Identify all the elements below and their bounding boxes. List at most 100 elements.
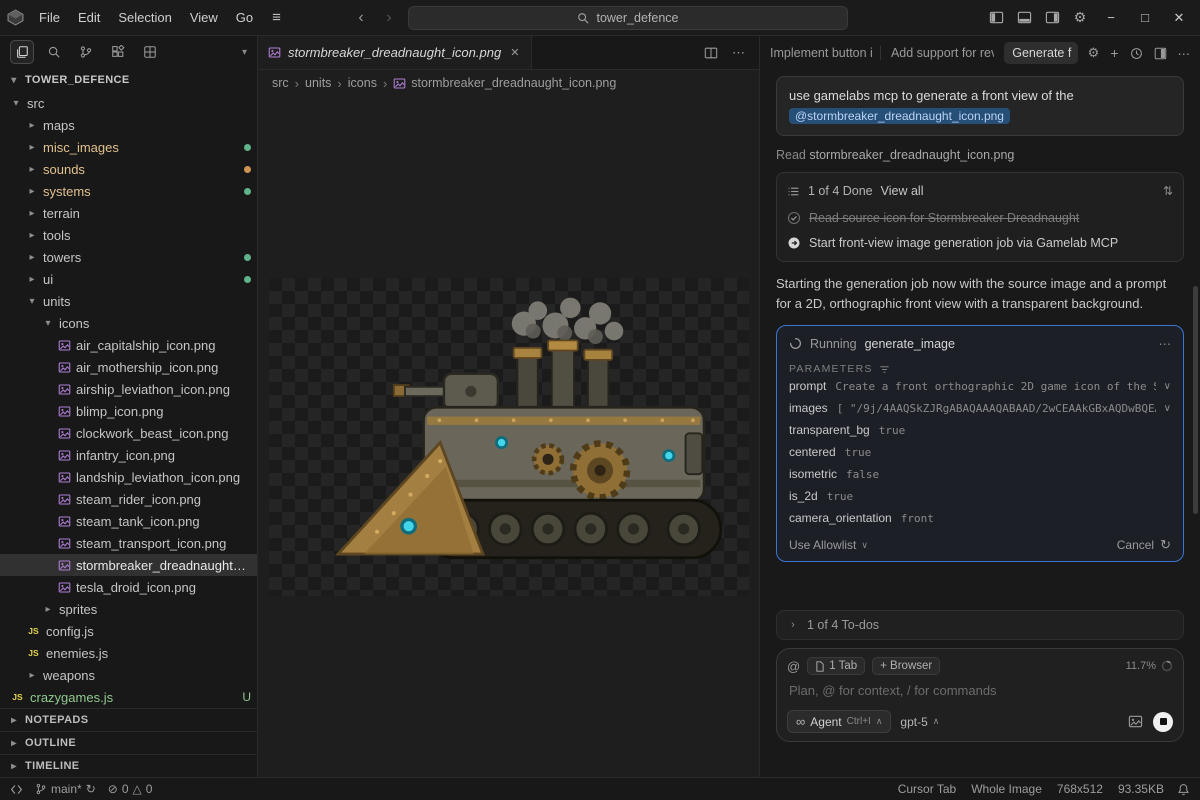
- todo-view-all[interactable]: View all: [881, 184, 924, 198]
- back-icon[interactable]: ‹: [352, 9, 370, 27]
- tree-item-config-js[interactable]: JSconfig.js: [0, 620, 257, 642]
- close-tab-icon[interactable]: ✕: [508, 44, 521, 61]
- chevron-down-icon[interactable]: ∨: [1156, 403, 1171, 414]
- tree-item-landship-leviathon-icon-png[interactable]: landship_leviathon_icon.png: [0, 466, 257, 488]
- tree-item-sounds[interactable]: ▸sounds: [0, 158, 257, 180]
- cancel-button[interactable]: Cancel ↻: [1117, 537, 1171, 553]
- extensions-icon[interactable]: [106, 40, 130, 64]
- toggle-sidebar-icon[interactable]: [982, 4, 1010, 32]
- chat-tab-generate-f[interactable]: Generate f: [1004, 42, 1077, 64]
- tree-item-air-mothership-icon-png[interactable]: air_mothership_icon.png: [0, 356, 257, 378]
- settings-gear-icon[interactable]: ⚙: [1066, 4, 1094, 32]
- search-icon[interactable]: [42, 40, 66, 64]
- remote-explorer-icon[interactable]: [138, 40, 162, 64]
- project-header[interactable]: ▾ TOWER_DEFENCE: [0, 68, 257, 92]
- close-button[interactable]: ✕: [1162, 0, 1196, 36]
- breadcrumb-item-stormbreaker-dreadnaught-icon-png[interactable]: stormbreaker_dreadnaught_icon.png: [393, 76, 616, 90]
- param-prompt[interactable]: promptCreate a front orthographic 2D gam…: [789, 375, 1171, 397]
- todo-header[interactable]: 1 of 4 Done View all ⇅: [777, 177, 1183, 205]
- git-branch-indicator[interactable]: main* ↻: [35, 782, 96, 796]
- menu-edit[interactable]: Edit: [69, 0, 109, 35]
- chat-scrollbar[interactable]: [1193, 286, 1198, 514]
- status-whole-image[interactable]: Whole Image: [971, 782, 1042, 796]
- problems-indicator[interactable]: ⊘ 0 △ 0: [108, 782, 153, 796]
- status-93-35kb[interactable]: 93.35KB: [1118, 782, 1164, 796]
- tree-item-steam-transport-icon-png[interactable]: steam_transport_icon.png: [0, 532, 257, 554]
- more-actions-icon[interactable]: ⋯: [732, 45, 745, 61]
- tree-item-systems[interactable]: ▸systems: [0, 180, 257, 202]
- chat-input-box[interactable]: @ 1 Tab + Browser 11.7% Plan, @ for cont…: [776, 648, 1184, 742]
- editor-tab[interactable]: stormbreaker_dreadnaught_icon.png ✕: [258, 36, 532, 69]
- tree-item-blimp-icon-png[interactable]: blimp_icon.png: [0, 400, 257, 422]
- tree-item-stormbreaker-dreadnaught-i[interactable]: stormbreaker_dreadnaught_i...: [0, 554, 257, 576]
- stop-generating-button[interactable]: [1153, 712, 1173, 732]
- new-chat-icon[interactable]: +: [1110, 45, 1118, 61]
- tree-item-tools[interactable]: ▸tools: [0, 224, 257, 246]
- chat-more-icon[interactable]: ⋯: [1178, 46, 1191, 61]
- chevron-down-icon[interactable]: ▾: [242, 47, 247, 58]
- menu-go[interactable]: Go: [227, 0, 262, 35]
- agent-mode-selector[interactable]: ∞ Agent Ctrl+I ∧: [787, 710, 891, 733]
- tree-item-enemies-js[interactable]: JSenemies.js: [0, 642, 257, 664]
- tree-item-clockwork-beast-icon-png[interactable]: clockwork_beast_icon.png: [0, 422, 257, 444]
- file-mention-pill[interactable]: @stormbreaker_dreadnaught_icon.png: [789, 108, 1010, 124]
- use-allowlist-button[interactable]: Use Allowlist ∨: [789, 538, 868, 552]
- todos-collapsed-bar[interactable]: › 1 of 4 To-dos: [776, 610, 1184, 640]
- tree-item-steam-rider-icon-png[interactable]: steam_rider_icon.png: [0, 488, 257, 510]
- open-in-editor-icon[interactable]: [1154, 47, 1167, 60]
- breadcrumb-item-icons[interactable]: icons: [348, 76, 377, 90]
- customize-layout-icon[interactable]: [1038, 4, 1066, 32]
- tree-item-crazygames-js[interactable]: JScrazygames.jsU: [0, 686, 257, 708]
- tree-item-steam-tank-icon-png[interactable]: steam_tank_icon.png: [0, 510, 257, 532]
- breadcrumb-item-src[interactable]: src: [272, 76, 289, 90]
- maximize-button[interactable]: □: [1128, 0, 1162, 36]
- attach-image-icon[interactable]: [1128, 714, 1143, 729]
- breadcrumb-item-units[interactable]: units: [305, 76, 331, 90]
- status-768x512[interactable]: 768x512: [1057, 782, 1103, 796]
- panel-notepads[interactable]: ▸NOTEPADS: [0, 708, 257, 731]
- chevron-down-icon[interactable]: ∨: [1156, 381, 1171, 392]
- browser-pill[interactable]: + Browser: [872, 657, 940, 675]
- chat-tab-add-support-for-rev[interactable]: Add support for rev: [891, 46, 994, 60]
- panel-outline[interactable]: ▸OUTLINE: [0, 731, 257, 754]
- forward-icon[interactable]: ›: [380, 9, 398, 27]
- tree-item-weapons[interactable]: ▸weapons: [0, 664, 257, 686]
- hamburger-menu-icon[interactable]: ≡: [262, 9, 291, 26]
- tree-item-towers[interactable]: ▸towers: [0, 246, 257, 268]
- tree-item-ui[interactable]: ▸ui: [0, 268, 257, 290]
- tool-more-icon[interactable]: ⋯: [1159, 336, 1172, 351]
- chat-history-icon[interactable]: [1130, 47, 1143, 60]
- tree-item-air-capitalship-icon-png[interactable]: air_capitalship_icon.png: [0, 334, 257, 356]
- chat-input[interactable]: Plan, @ for context, / for commands: [787, 680, 1173, 705]
- panel-timeline[interactable]: ▸TIMELINE: [0, 754, 257, 777]
- split-editor-icon[interactable]: [704, 46, 718, 60]
- tree-item-airship-leviathon-icon-png[interactable]: airship_leviathon_icon.png: [0, 378, 257, 400]
- menu-view[interactable]: View: [181, 0, 227, 35]
- read-filename[interactable]: stormbreaker_dreadnaught_icon.png: [809, 148, 1014, 162]
- tree-item-units[interactable]: ▾units: [0, 290, 257, 312]
- notifications-bell-icon[interactable]: [1177, 783, 1190, 796]
- remote-icon[interactable]: [10, 783, 23, 796]
- tree-item-tesla-droid-icon-png[interactable]: tesla_droid_icon.png: [0, 576, 257, 598]
- minimize-button[interactable]: −: [1094, 0, 1128, 36]
- user-message[interactable]: use gamelabs mcp to generate a front vie…: [776, 76, 1184, 136]
- status-cursor-tab[interactable]: Cursor Tab: [898, 782, 956, 796]
- at-mention-icon[interactable]: @: [787, 659, 800, 674]
- param-images[interactable]: images[ "/9j/4AAQSkZJRgABAQAAAQABAAD/2wC…: [789, 397, 1171, 419]
- tree-item-infantry-icon-png[interactable]: infantry_icon.png: [0, 444, 257, 466]
- menu-selection[interactable]: Selection: [109, 0, 180, 35]
- model-selector[interactable]: gpt-5 ∧: [900, 715, 939, 729]
- tree-item-src[interactable]: ▾src: [0, 92, 257, 114]
- tab-context-pill[interactable]: 1 Tab: [807, 657, 865, 675]
- tree-item-icons[interactable]: ▾icons: [0, 312, 257, 334]
- tree-item-terrain[interactable]: ▸terrain: [0, 202, 257, 224]
- tree-item-sprites[interactable]: ▸sprites: [0, 598, 257, 620]
- explorer-icon[interactable]: [10, 40, 34, 64]
- filter-icon[interactable]: [879, 364, 890, 375]
- tree-item-maps[interactable]: ▸maps: [0, 114, 257, 136]
- source-control-icon[interactable]: [74, 40, 98, 64]
- todo-item[interactable]: Start front-view image generation job vi…: [777, 230, 1183, 255]
- command-center-search[interactable]: tower_defence: [408, 6, 848, 30]
- collapse-expand-icon[interactable]: ⇅: [1163, 184, 1173, 198]
- chat-tab-implement-button-i[interactable]: Implement button i: [770, 46, 881, 60]
